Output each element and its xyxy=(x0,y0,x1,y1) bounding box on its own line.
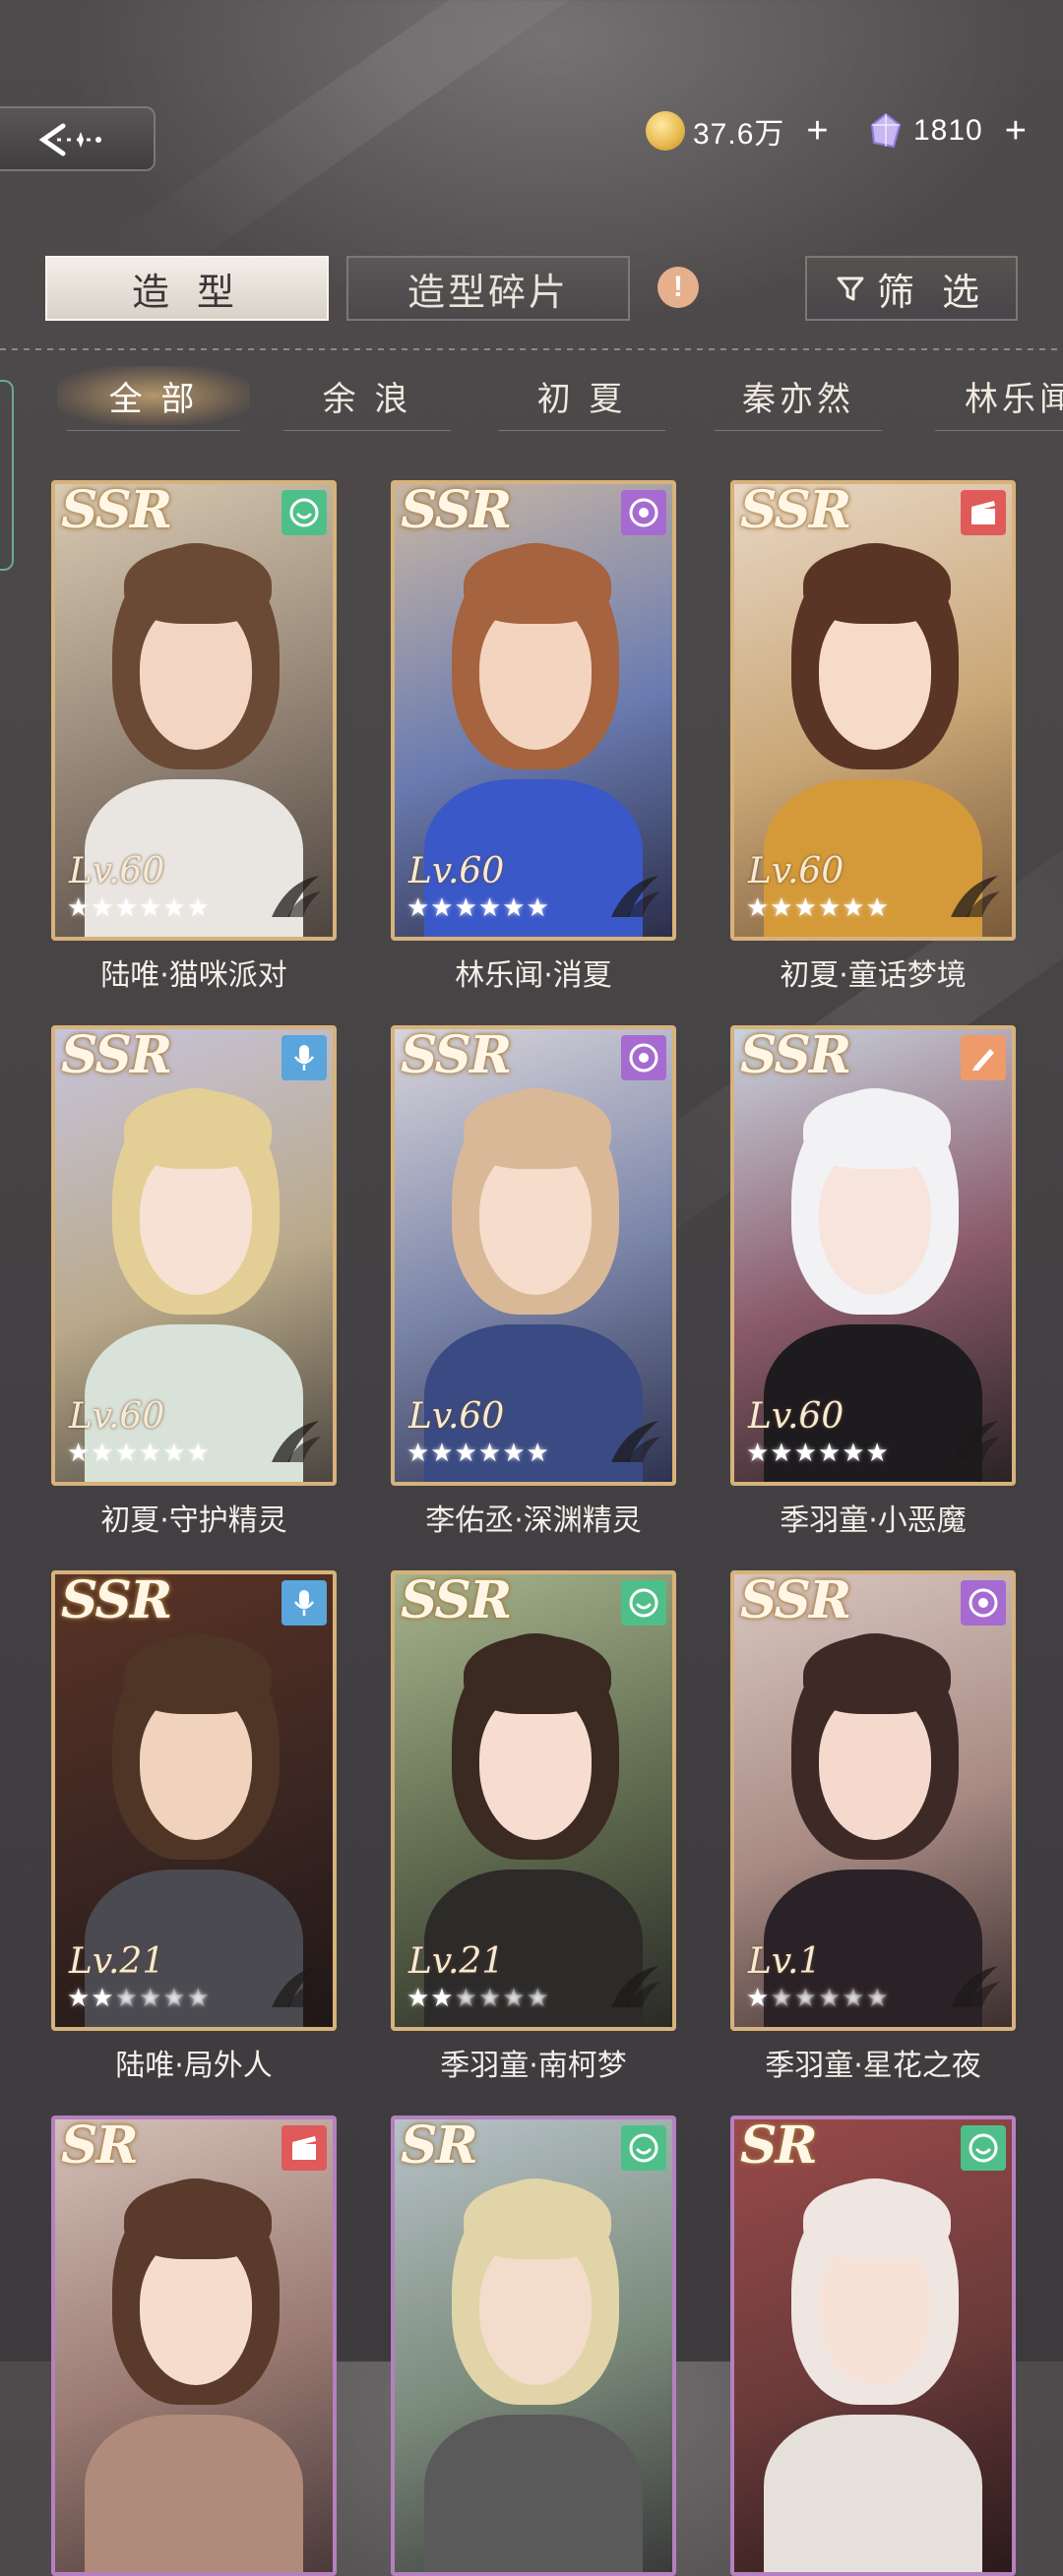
rarity-label: SSR xyxy=(61,480,172,540)
card-name: 季羽童·星花之夜 xyxy=(765,2049,981,2083)
style-card[interactable]: SSR Lv.60 ★★★★★★ xyxy=(730,1025,1016,1486)
leaf-emblem-icon xyxy=(947,1417,1002,1470)
card-name: 林乐闻·消夏 xyxy=(455,958,612,993)
smile-icon xyxy=(621,2125,666,2171)
leaf-emblem-icon xyxy=(607,872,662,925)
add-gem-button[interactable]: + xyxy=(1005,112,1027,150)
level-label: Lv.60 xyxy=(69,851,165,891)
character-tab-linlewen[interactable]: 林乐闻 xyxy=(925,366,1063,431)
level-label: Lv.60 xyxy=(748,851,844,891)
rarity-label: SSR xyxy=(740,480,851,540)
style-card[interactable]: SR xyxy=(391,2116,676,2576)
leaf-emblem-icon xyxy=(268,872,323,925)
card-name: 李佑丞·深渊精灵 xyxy=(425,1503,642,1538)
filter-label: 筛 选 xyxy=(876,270,988,314)
filter-icon xyxy=(837,276,864,301)
gem-currency: 1810 + xyxy=(866,106,1027,155)
rarity-label: SR xyxy=(740,2116,818,2176)
diamond-icon xyxy=(870,112,902,149)
smile-icon xyxy=(961,2125,1006,2171)
rarity-label: SR xyxy=(61,2116,139,2176)
star-rating: ★★★★★★ xyxy=(67,893,211,923)
rarity-label: SR xyxy=(401,2116,478,2176)
leaf-emblem-icon xyxy=(947,1962,1002,2015)
tab-styles[interactable]: 造 型 xyxy=(45,256,329,321)
leaf-emblem-icon xyxy=(607,1417,662,1470)
level-label: Lv.60 xyxy=(408,1396,505,1437)
level-label: Lv.60 xyxy=(408,851,505,891)
style-card[interactable]: SSR Lv.60 ★★★★★★ xyxy=(51,480,337,941)
star-rating: ★★★★★★ xyxy=(746,1439,890,1468)
character-tab-qinyiran[interactable]: 秦亦然 xyxy=(705,366,892,431)
alert-badge[interactable]: ! xyxy=(657,267,699,308)
leaf-emblem-icon xyxy=(268,1962,323,2015)
microphone-icon xyxy=(281,1035,327,1080)
leaf-emblem-icon xyxy=(268,1417,323,1470)
smile-icon xyxy=(281,490,327,535)
style-card[interactable]: SSR Lv.1 ★★★★★★ xyxy=(730,1570,1016,2031)
rarity-label: SSR xyxy=(61,1025,172,1085)
style-card[interactable]: SSR Lv.60 ★★★★★★ xyxy=(730,480,1016,941)
card-portrait xyxy=(395,2119,672,2572)
gold-coin-icon xyxy=(646,111,685,151)
back-arrow-icon xyxy=(38,123,101,156)
microphone-icon xyxy=(281,1580,327,1625)
star-rating: ★★★★★★ xyxy=(746,893,890,923)
style-card[interactable]: SR xyxy=(730,2116,1016,2576)
gem-value: 1810 xyxy=(913,114,983,147)
card-name: 陆唯·局外人 xyxy=(115,2049,273,2083)
add-gold-button[interactable]: + xyxy=(806,112,828,150)
leaf-emblem-icon xyxy=(607,1962,662,2015)
character-tab-all[interactable]: 全 部 xyxy=(57,366,250,431)
level-label: Lv.60 xyxy=(69,1396,165,1437)
card-portrait xyxy=(734,2119,1012,2572)
leaf-emblem-icon xyxy=(947,872,1002,925)
level-label: Lv.21 xyxy=(69,1941,165,1982)
style-card[interactable]: SSR Lv.60 ★★★★★★ xyxy=(51,1025,337,1486)
style-card[interactable]: SSR Lv.60 ★★★★★★ xyxy=(391,480,676,941)
rarity-label: SSR xyxy=(401,1570,512,1630)
side-bracket xyxy=(0,380,14,571)
gold-currency: 37.6万 + xyxy=(646,106,829,155)
style-card[interactable]: SSR Lv.21 ★★★★★★ xyxy=(391,1570,676,2031)
filter-button[interactable]: 筛 选 xyxy=(805,256,1018,321)
star-rating: ★★★★★★ xyxy=(406,893,550,923)
rarity-label: SSR xyxy=(401,1025,512,1085)
star-rating: ★★★★★★ xyxy=(406,1439,550,1468)
vinyl-icon xyxy=(621,490,666,535)
style-card[interactable]: SSR Lv.60 ★★★★★★ xyxy=(391,1025,676,1486)
back-button[interactable] xyxy=(0,106,156,171)
vinyl-icon xyxy=(961,1580,1006,1625)
card-name: 陆唯·猫咪派对 xyxy=(100,958,287,993)
level-label: Lv.21 xyxy=(408,1941,505,1982)
gold-value: 37.6万 xyxy=(693,118,785,151)
character-tab-yulang[interactable]: 余 浪 xyxy=(274,366,461,431)
rarity-label: SSR xyxy=(740,1025,851,1085)
clapper-icon xyxy=(961,490,1006,535)
character-tab-chuxia[interactable]: 初 夏 xyxy=(488,366,675,431)
level-label: Lv.60 xyxy=(748,1396,844,1437)
star-rating: ★★★★★★ xyxy=(67,1984,211,2013)
level-label: Lv.1 xyxy=(748,1941,822,1982)
smile-icon xyxy=(621,1580,666,1625)
style-card[interactable]: SSR Lv.21 ★★★★★★ xyxy=(51,1570,337,2031)
card-name: 季羽童·南柯梦 xyxy=(440,2049,627,2083)
card-name: 初夏·守护精灵 xyxy=(100,1503,287,1538)
card-name: 季羽童·小恶魔 xyxy=(780,1503,967,1538)
rarity-label: SSR xyxy=(61,1570,172,1630)
divider xyxy=(0,348,1063,350)
card-portrait xyxy=(55,2119,333,2572)
rarity-label: SSR xyxy=(401,480,512,540)
star-rating: ★★★★★★ xyxy=(406,1984,550,2013)
star-rating: ★★★★★★ xyxy=(746,1984,890,2013)
pen-icon xyxy=(961,1035,1006,1080)
card-name: 初夏·童话梦境 xyxy=(780,958,967,993)
style-card[interactable]: SR xyxy=(51,2116,337,2576)
vinyl-icon xyxy=(621,1035,666,1080)
star-rating: ★★★★★★ xyxy=(67,1439,211,1468)
rarity-label: SSR xyxy=(740,1570,851,1630)
tab-style-fragments[interactable]: 造型碎片 xyxy=(346,256,630,321)
clapper-icon xyxy=(281,2125,327,2171)
